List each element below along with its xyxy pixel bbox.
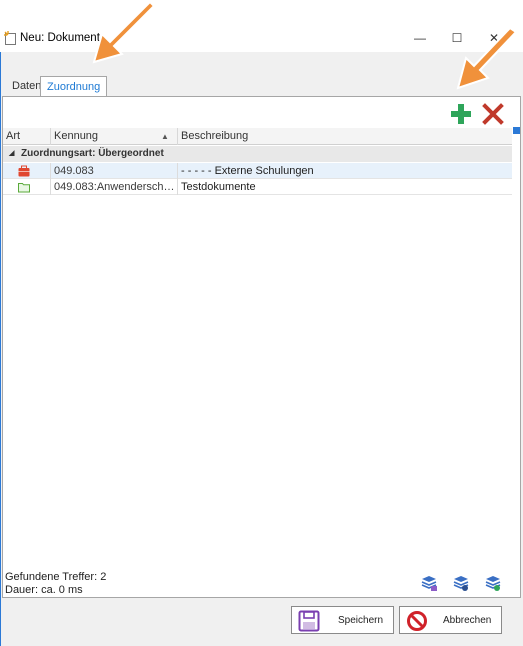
no-entry-icon — [407, 611, 427, 631]
query-duration: Dauer: ca. 0 ms — [5, 584, 83, 596]
art-cell — [3, 163, 51, 179]
add-button[interactable] — [450, 103, 472, 125]
beschreibung-cell: Testdokumente — [181, 181, 256, 193]
kennung-cell: 049.083 — [51, 163, 178, 179]
layer-export-icon[interactable] — [420, 574, 438, 592]
column-header-kennung[interactable]: Kennung — [51, 128, 178, 145]
beschreibung-cell: - - - - - Externe Schulungen — [181, 165, 314, 177]
group-row[interactable]: ◢ Zuordnungsart: Übergeordnet — [3, 146, 512, 162]
art-cell — [3, 179, 51, 195]
collapse-toggle-icon[interactable]: ◢ — [9, 146, 14, 162]
layer-refresh-icon[interactable] — [484, 574, 502, 592]
save-label: Speichern — [338, 615, 384, 626]
table-row[interactable]: 049.083:Anwenderschulungen Testdokumente — [3, 179, 512, 195]
green-folder-icon — [18, 183, 30, 193]
group-label: Zuordnungsart: Übergeordnet — [21, 148, 164, 159]
scroll-marker — [513, 127, 520, 134]
new-document-icon — [4, 31, 16, 45]
annotation-arrow-tab — [92, 0, 156, 64]
grid-header: Art Kennung ▲ Beschreibung — [3, 128, 512, 145]
column-header-beschreibung[interactable]: Beschreibung — [178, 128, 512, 145]
delete-button[interactable] — [482, 103, 504, 125]
annotation-arrow-add — [456, 28, 518, 90]
hit-count: Gefundene Treffer: 2 — [5, 571, 107, 583]
cancel-label: Abbrechen — [443, 615, 492, 626]
sort-ascending-icon: ▲ — [161, 132, 169, 141]
red-briefcase-icon — [18, 165, 30, 177]
cancel-button[interactable]: Abbrechen — [399, 606, 502, 634]
layer-settings-icon[interactable] — [452, 574, 470, 592]
floppy-disk-icon — [298, 610, 320, 632]
kennung-cell: 049.083:Anwenderschulungen — [51, 179, 178, 195]
minimize-button[interactable]: — — [405, 28, 435, 48]
table-row[interactable]: 049.083 - - - - - Externe Schulungen — [3, 163, 512, 179]
save-button[interactable]: Speichern — [291, 606, 394, 634]
column-header-art[interactable]: Art — [3, 128, 51, 145]
